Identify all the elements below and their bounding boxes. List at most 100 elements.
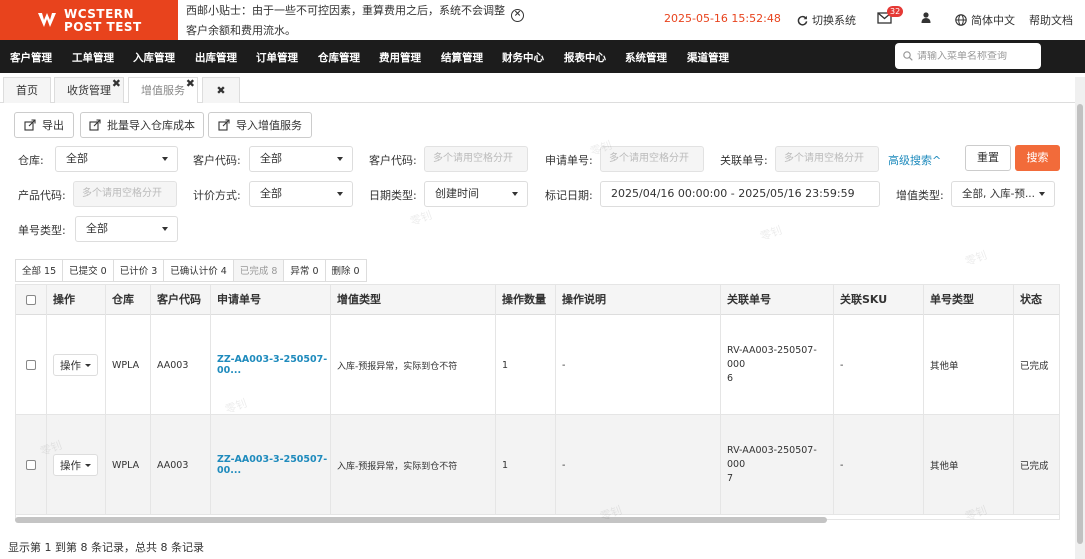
close-tab-icon[interactable]: ✖ xyxy=(186,71,195,97)
bulk-import-cost-button[interactable]: 批量导入仓库成本 xyxy=(80,112,204,138)
tab-vas-label: 增值服务 xyxy=(141,84,185,97)
row-checkbox[interactable] xyxy=(26,360,36,370)
menu-search-input[interactable] xyxy=(917,50,1035,62)
chevron-down-icon xyxy=(337,192,343,196)
status-tab-completed[interactable]: 已完成 8 xyxy=(232,259,284,282)
apply-no-input[interactable]: 多个请用空格分开 xyxy=(600,146,704,172)
import-icon xyxy=(89,119,101,131)
search-button[interactable]: 搜索 xyxy=(1015,145,1060,171)
sku-cell: - xyxy=(834,315,924,415)
chevron-down-icon xyxy=(1039,192,1045,196)
vas-type-select[interactable]: 全部, 入库-预... xyxy=(951,181,1055,207)
op-cell: 操作 xyxy=(47,415,106,515)
mark-date-range[interactable]: 2025/04/16 00:00:00 - 2025/05/16 23:59:5… xyxy=(600,181,880,207)
customer-code2-label: 客户代码: xyxy=(369,154,417,167)
close-tab-icon[interactable]: ✖ xyxy=(112,71,121,97)
product-code-label: 产品代码: xyxy=(18,189,66,202)
globe-icon xyxy=(955,14,967,26)
main-nav: 客户管理 工单管理 入库管理 出库管理 订单管理 仓库管理 费用管理 结算管理 … xyxy=(0,40,1085,73)
nav-item-warehouse[interactable]: 仓库管理 xyxy=(318,50,360,65)
customer-code-select[interactable]: 全部 xyxy=(249,146,353,172)
op-cell: 操作 xyxy=(47,315,106,415)
brand-logo[interactable]: WCSTERN POST TEST xyxy=(0,0,178,40)
status-tab-deleted[interactable]: 删除 0 xyxy=(324,259,367,282)
apply-no-link[interactable]: ZZ-AA003-3-250507-00... xyxy=(211,415,331,515)
related-no-line-2: 6 xyxy=(727,373,734,384)
reset-button[interactable]: 重置 xyxy=(965,145,1011,171)
user-icon xyxy=(921,12,931,23)
status-tab-priced[interactable]: 已计价 3 xyxy=(112,259,164,282)
help-docs-link[interactable]: 帮助文档 xyxy=(1029,12,1073,28)
related-no-input[interactable]: 多个请用空格分开 xyxy=(775,146,879,172)
status-tab-exception[interactable]: 异常 0 xyxy=(283,259,325,282)
notice-line-1: 西邮小贴士：由于一些不可控因素，重算费用之后，系统不会调整 xyxy=(186,4,505,17)
nav-item-system[interactable]: 系统管理 xyxy=(625,50,667,65)
nav-item-inbound[interactable]: 入库管理 xyxy=(133,50,175,65)
nav-item-channels[interactable]: 渠道管理 xyxy=(687,50,729,65)
horizontal-scrollbar[interactable] xyxy=(15,517,827,523)
doc-type-label: 单号类型: xyxy=(18,224,66,237)
warehouse-select[interactable]: 全部 xyxy=(55,146,178,172)
tab-home[interactable]: 首页 xyxy=(3,77,51,103)
apply-no-label: 申请单号: xyxy=(545,154,593,167)
tab-vas[interactable]: 增值服务 ✖ xyxy=(128,77,198,103)
vas-type-label: 增值类型: xyxy=(896,189,944,202)
status-tab-submitted[interactable]: 已提交 0 xyxy=(62,259,113,282)
product-code-input[interactable]: 多个请用空格分开 xyxy=(73,181,177,207)
watermark: 零钊 xyxy=(758,223,784,244)
desc-cell: - xyxy=(556,415,721,515)
related-no-cell: RV-AA003-250507-000 7 xyxy=(721,415,834,515)
nav-item-workorder[interactable]: 工单管理 xyxy=(72,50,114,65)
related-no-label: 关联单号: xyxy=(720,154,768,167)
op-dropdown-button[interactable]: 操作 xyxy=(53,454,98,476)
apply-no-link[interactable]: ZZ-AA003-3-250507-00... xyxy=(211,315,331,415)
tab-receiving[interactable]: 收货管理 ✖ xyxy=(54,77,124,103)
select-all-checkbox[interactable] xyxy=(26,295,36,305)
op-dropdown-button[interactable]: 操作 xyxy=(53,354,98,376)
switch-system-button[interactable]: 切换系统 xyxy=(797,12,856,28)
nav-item-orders[interactable]: 订单管理 xyxy=(256,50,298,65)
advanced-search-link[interactable]: 高级搜索^ xyxy=(888,152,941,168)
import-vas-button[interactable]: 导入增值服务 xyxy=(208,112,312,138)
row-checkbox[interactable] xyxy=(26,460,36,470)
nav-item-reports[interactable]: 报表中心 xyxy=(564,50,606,65)
nav-item-outbound[interactable]: 出库管理 xyxy=(195,50,237,65)
col-header-sku: 关联SKU xyxy=(834,285,924,315)
doc-type-cell: 其他单 xyxy=(924,415,1014,515)
close-all-tabs-button[interactable]: ✖ xyxy=(202,77,240,103)
close-notice-icon[interactable]: × xyxy=(511,9,524,22)
pricing-method-select[interactable]: 全部 xyxy=(249,181,353,207)
date-type-value: 创建时间 xyxy=(435,187,479,200)
nav-item-fees[interactable]: 费用管理 xyxy=(379,50,421,65)
vas-type-cell: 入库-预报异常，实际到仓不符 xyxy=(331,315,496,415)
close-icon: ✖ xyxy=(216,84,226,97)
refresh-icon xyxy=(797,15,808,25)
date-type-select[interactable]: 创建时间 xyxy=(424,181,528,207)
import-icon xyxy=(218,119,230,131)
op-label: 操作 xyxy=(60,359,81,372)
row-select-cell xyxy=(16,415,47,515)
col-header-desc: 操作说明 xyxy=(556,285,721,315)
pricing-method-label: 计价方式: xyxy=(193,189,241,202)
import-vas-label: 导入增值服务 xyxy=(236,119,302,132)
user-button[interactable] xyxy=(921,12,931,23)
table-row: 操作 WPLA AA003 ZZ-AA003-3-250507-00... 入库… xyxy=(16,415,1059,515)
col-header-warehouse: 仓库 xyxy=(106,285,151,315)
chevron-down-icon xyxy=(85,463,91,467)
status-tabs: 全部 15 已提交 0 已计价 3 已确认计价 4 已完成 8 异常 0 删除 … xyxy=(15,259,367,282)
nav-item-settlement[interactable]: 结算管理 xyxy=(441,50,483,65)
nav-item-finance[interactable]: 财务中心 xyxy=(502,50,544,65)
vertical-scrollbar[interactable] xyxy=(1077,104,1083,544)
op-label: 操作 xyxy=(60,459,81,472)
brand-line-2: POST TEST xyxy=(64,20,142,34)
language-selector[interactable]: 简体中文 xyxy=(955,12,1015,28)
status-tab-all[interactable]: 全部 15 xyxy=(15,259,63,282)
customer-code-input[interactable]: 多个请用空格分开 xyxy=(424,146,528,172)
doc-type-select[interactable]: 全部 xyxy=(75,216,178,242)
table-row: 操作 WPLA AA003 ZZ-AA003-3-250507-00... 入库… xyxy=(16,315,1059,415)
export-button[interactable]: 导出 xyxy=(14,112,74,138)
nav-item-customer[interactable]: 客户管理 xyxy=(10,50,52,65)
mark-date-value: 2025/04/16 00:00:00 - 2025/05/16 23:59:5… xyxy=(611,187,855,200)
status-tab-confirmed[interactable]: 已确认计价 4 xyxy=(163,259,233,282)
col-header-customer: 客户代码 xyxy=(151,285,211,315)
